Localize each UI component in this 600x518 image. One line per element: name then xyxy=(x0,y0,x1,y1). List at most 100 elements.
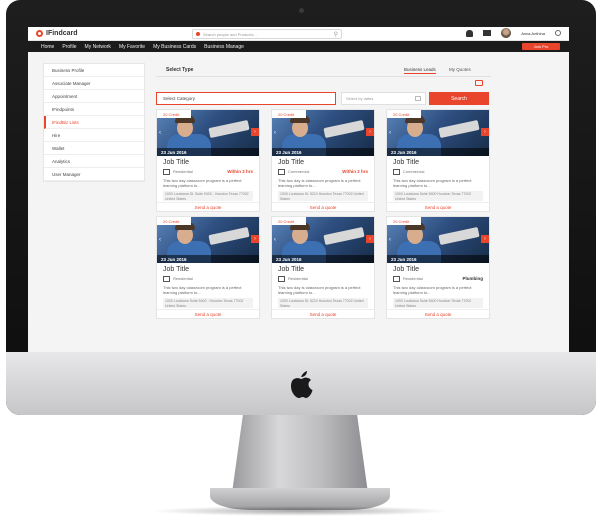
user-name[interactable]: Anna Anthina xyxy=(521,31,545,36)
job-card[interactable]: 20 Credit ‹ › 23 Jun 2016 Job Title Residenti… xyxy=(386,216,490,319)
send-quote-button[interactable]: Send a quote xyxy=(387,309,489,318)
job-category: Residential xyxy=(403,276,423,281)
send-quote-button[interactable]: Send a quote xyxy=(387,202,489,211)
tab-business-leads[interactable]: Business Leads xyxy=(404,67,436,74)
send-quote-button[interactable]: Send a quote xyxy=(272,309,374,318)
job-title[interactable]: Job Title xyxy=(163,266,253,273)
job-category: Commercial xyxy=(288,169,310,174)
sidebar-item-business-profile[interactable]: Business Profile xyxy=(44,64,144,77)
job-title[interactable]: Job Title xyxy=(278,159,368,166)
job-title[interactable]: Job Title xyxy=(393,159,483,166)
job-card-image[interactable]: 20 Credit ‹ › 23 Jun 2016 xyxy=(157,110,259,156)
avatar[interactable] xyxy=(501,28,512,38)
building-icon xyxy=(393,168,400,175)
imac-stand xyxy=(232,415,368,493)
dates-placeholder: Select by dates xyxy=(346,96,374,101)
search-button-label: Search xyxy=(451,95,467,102)
job-address: 1000 Louisiana St. Suite 5400 - Houston … xyxy=(163,191,253,201)
send-quote-label: Send a quote xyxy=(424,204,452,210)
job-meta: Residential xyxy=(163,275,253,282)
job-description: This two day is classroom program is a p… xyxy=(278,285,361,295)
main-nav: Home Profile My Network My Favorite My B… xyxy=(28,41,569,52)
job-card[interactable]: 20 Credit ‹ › 23 Jun 2016 Job Title Commercia… xyxy=(271,109,375,212)
job-card[interactable]: 20 Credit ‹ › 23 Jun 2016 Job Title Residenti… xyxy=(156,216,260,319)
prev-arrow-icon[interactable]: ‹ xyxy=(389,130,391,136)
send-quote-button[interactable]: Send a quote xyxy=(157,309,259,318)
header-actions: Anna Anthina xyxy=(466,28,561,38)
nav-item-business-manage[interactable]: Business Manage xyxy=(204,44,244,50)
job-address: 1000 Louisiana Suite 5400 Houston Texas … xyxy=(393,191,483,201)
credit-badge: 20 Credit xyxy=(272,217,306,225)
next-arrow-icon[interactable]: › xyxy=(251,128,259,136)
job-card[interactable]: 20 Credit ‹ › 23 Jun 2016 Job Title Commercia… xyxy=(386,109,490,212)
job-card-image[interactable]: 20 Credit ‹ › 23 Jun 2016 xyxy=(387,110,489,156)
job-title[interactable]: Job Title xyxy=(393,266,483,273)
job-card-image[interactable]: 20 Credit ‹ › 23 Jun 2016 xyxy=(157,217,259,263)
bell-icon[interactable] xyxy=(466,29,474,37)
job-category: Residential xyxy=(288,276,308,281)
job-card[interactable]: 20 Credit ‹ › 23 Jun 2016 Job Title Residenti… xyxy=(156,109,260,212)
search-button[interactable]: Search xyxy=(429,92,489,105)
location-pin-icon xyxy=(196,32,200,36)
sidebar-item-hire[interactable]: Hire xyxy=(44,129,144,142)
tool-shape xyxy=(208,226,250,246)
job-card-image[interactable]: 20 Credit ‹ › 23 Jun 2016 xyxy=(387,217,489,263)
prev-arrow-icon[interactable]: ‹ xyxy=(274,130,276,136)
sidebar-item-user-manager[interactable]: User Manager xyxy=(44,168,144,181)
job-title[interactable]: Job Title xyxy=(163,159,253,166)
search-input[interactable]: Search people and Products... ⚲ xyxy=(192,29,342,39)
sidebar-item-ifindbiz-lists[interactable]: IFindBiz Lists xyxy=(44,116,144,129)
job-meta: Residential Plumbing xyxy=(393,275,483,282)
job-card[interactable]: 20 Credit ‹ › 23 Jun 2016 Job Title Residenti… xyxy=(271,216,375,319)
job-meta: Residential xyxy=(278,275,368,282)
prev-arrow-icon[interactable]: ‹ xyxy=(274,237,276,243)
sidebar-item-appointment[interactable]: Appointment xyxy=(44,90,144,103)
sidebar-item-ifindpoints[interactable]: IFindpoints xyxy=(44,103,144,116)
power-icon[interactable] xyxy=(555,30,561,36)
search-icon[interactable]: ⚲ xyxy=(334,31,338,38)
nav-item-profile[interactable]: Profile xyxy=(62,44,76,50)
building-icon xyxy=(278,168,285,175)
nav-item-my-business-cards[interactable]: My Business Cards xyxy=(153,44,196,50)
send-quote-button[interactable]: Send a quote xyxy=(157,202,259,211)
job-address: 1000 Louisiana St. 5210 Houston Texas 77… xyxy=(278,191,368,201)
job-card-body: Job Title Commercial Within 2 hrs This two … xyxy=(272,156,374,201)
tab-my-quotes[interactable]: My Quotes xyxy=(449,67,471,72)
next-arrow-icon[interactable]: › xyxy=(366,235,374,243)
logo-icon xyxy=(36,30,43,37)
next-arrow-icon[interactable]: › xyxy=(366,128,374,136)
job-card-image[interactable]: 20 Credit ‹ › 23 Jun 2016 xyxy=(272,217,374,263)
calendar-icon[interactable] xyxy=(415,96,421,101)
nav-item-my-network[interactable]: My Network xyxy=(85,44,111,50)
prev-arrow-icon[interactable]: ‹ xyxy=(389,237,391,243)
logo[interactable]: IFindcard xyxy=(36,30,78,37)
type-row: Select Type Business Leads My Quotes xyxy=(156,63,491,77)
next-arrow-icon[interactable]: › xyxy=(251,235,259,243)
dates-input[interactable]: Select by dates xyxy=(341,92,426,105)
tool-shape xyxy=(323,226,365,246)
job-description: This two day classroom program is a perf… xyxy=(393,285,472,295)
job-card-body: Job Title Residential Within 2 hrs This two… xyxy=(157,156,259,201)
mail-icon[interactable] xyxy=(483,30,492,36)
job-card-image[interactable]: 20 Credit ‹ › 23 Jun 2016 xyxy=(272,110,374,156)
job-title[interactable]: Job Title xyxy=(278,266,368,273)
credit-badge: 20 Credit xyxy=(157,217,191,225)
category-select[interactable]: Select Category xyxy=(156,92,336,105)
next-arrow-icon[interactable]: › xyxy=(481,235,489,243)
job-card-body: Job Title Residential This two day classro… xyxy=(157,263,259,308)
nav-item-home[interactable]: Home xyxy=(41,44,54,50)
sidebar-item-wallet[interactable]: Wallet xyxy=(44,142,144,155)
sidebar-item-analytics[interactable]: Analytics xyxy=(44,155,144,168)
job-card-body: Job Title Residential This two day is clas… xyxy=(272,263,374,308)
nav-item-my-favorite[interactable]: My Favorite xyxy=(119,44,145,50)
sidebar-item-associate-manager[interactable]: Associate Manager xyxy=(44,77,144,90)
building-icon xyxy=(393,275,400,282)
job-tag: Within 2 hrs xyxy=(342,169,368,174)
card-view-icon[interactable] xyxy=(475,80,483,86)
next-arrow-icon[interactable]: › xyxy=(481,128,489,136)
prev-arrow-icon[interactable]: ‹ xyxy=(159,237,161,243)
prev-arrow-icon[interactable]: ‹ xyxy=(159,130,161,136)
join-pro-button[interactable]: Join Pro xyxy=(522,43,560,50)
tool-shape xyxy=(208,119,250,139)
send-quote-button[interactable]: Send a quote xyxy=(272,202,374,211)
